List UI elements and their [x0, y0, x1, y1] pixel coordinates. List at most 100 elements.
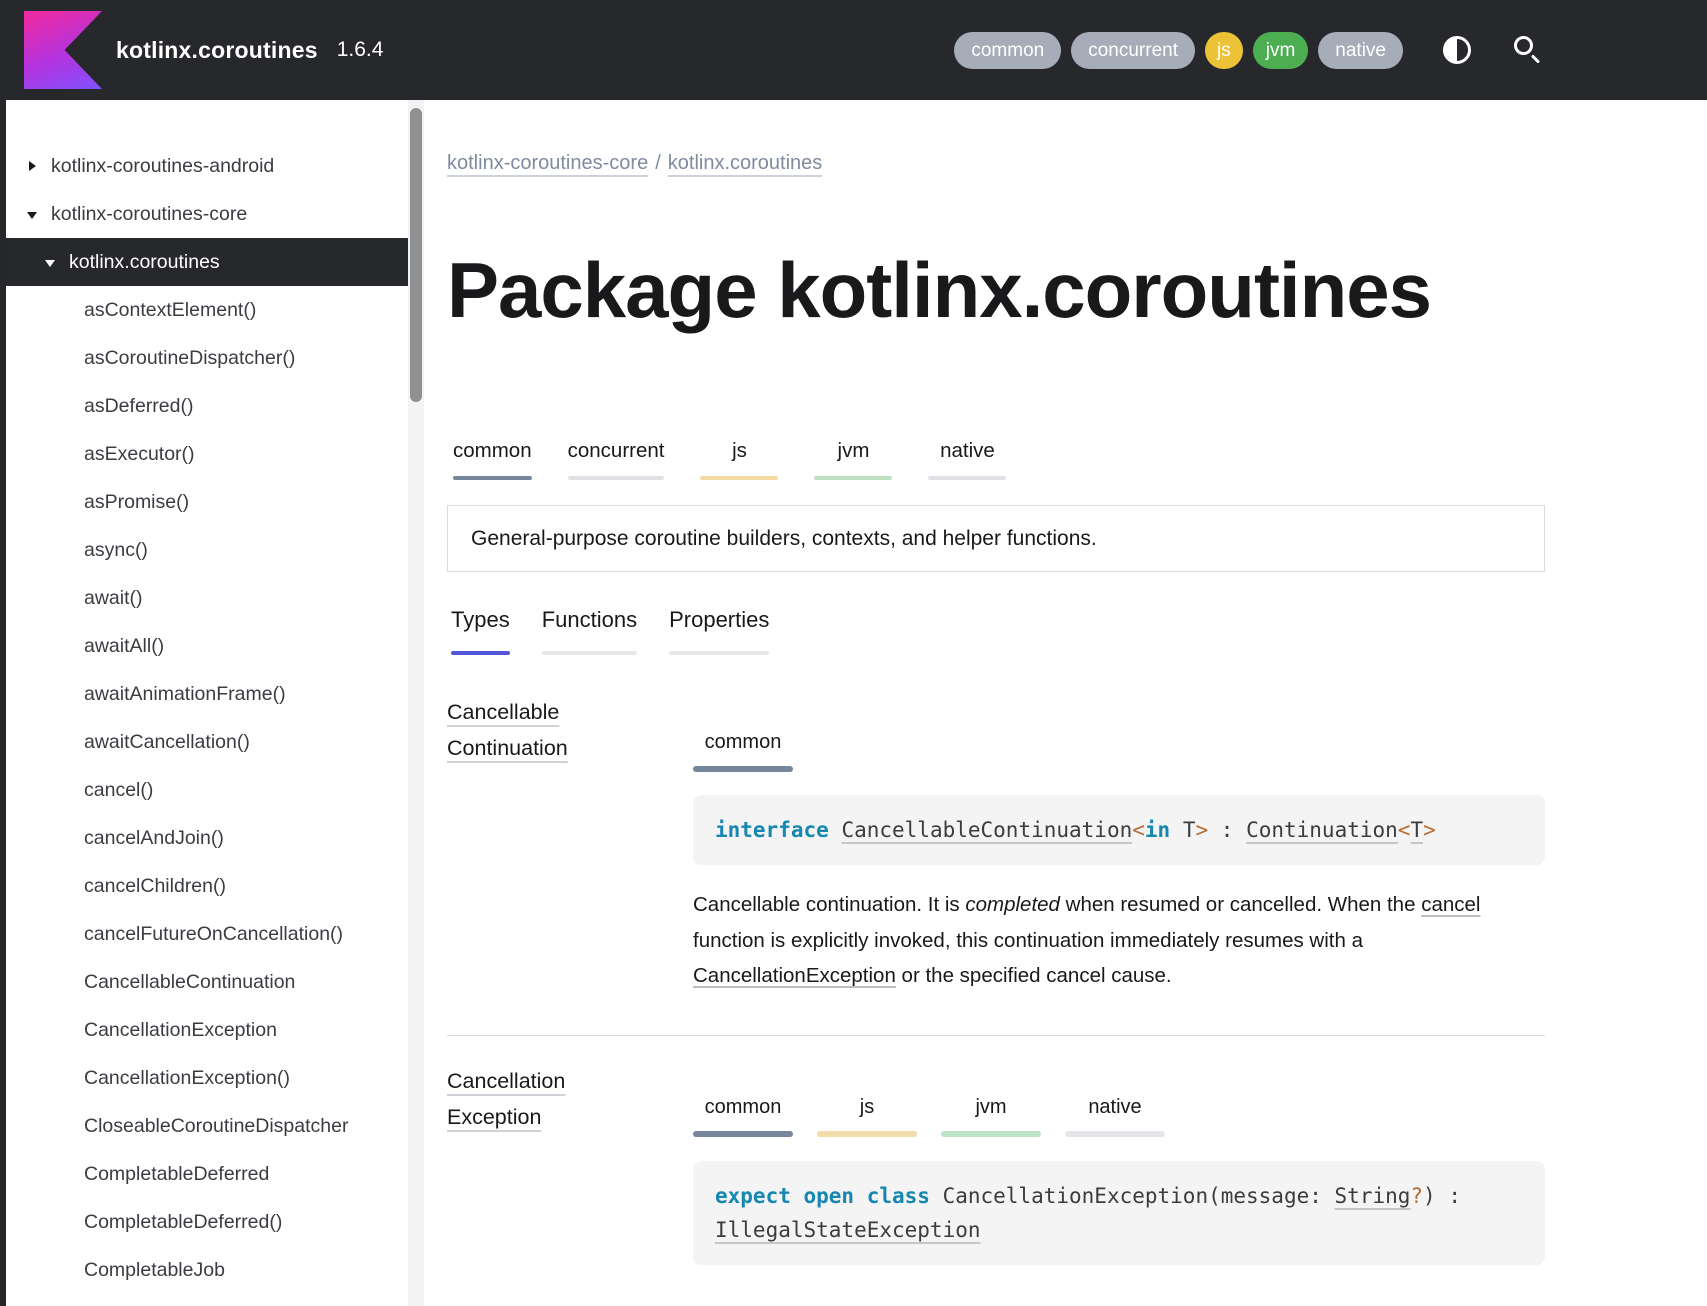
- paragraph-link[interactable]: CancellationException: [693, 964, 896, 987]
- sidebar-item-label: asExecutor(): [84, 443, 195, 466]
- platform-tab-jvm[interactable]: jvm: [808, 434, 898, 480]
- sidebar-item-completabledeferred[interactable]: CompletableDeferred: [0, 1150, 424, 1198]
- sidebar-scrollbar-thumb[interactable]: [410, 108, 422, 402]
- type-name-cell: CancellableContinuation: [447, 694, 693, 994]
- main-content: kotlinx-coroutines-core/kotlinx.coroutin…: [424, 100, 1707, 1306]
- bucket-tab-underline: [941, 1131, 1041, 1137]
- tab-functions[interactable]: Functions: [538, 604, 641, 655]
- platform-tab-common[interactable]: common: [447, 434, 538, 480]
- bucket-tabs: common: [693, 730, 1707, 772]
- code-link[interactable]: Continuation: [1246, 818, 1398, 842]
- code-token: interface: [715, 818, 841, 842]
- platform-tab-underline: [928, 476, 1006, 480]
- code-link[interactable]: CancellableContinuation: [841, 818, 1132, 842]
- sidebar-item-label: cancelFutureOnCancellation(): [84, 923, 343, 946]
- code-token: CancellationException: [943, 1184, 1209, 1208]
- section-tab-label: Functions: [542, 606, 637, 634]
- sidebar-item-kotlinx-coroutines-core[interactable]: kotlinx-coroutines-core: [0, 190, 424, 238]
- sidebar-item-awaitall-[interactable]: awaitAll(): [0, 622, 424, 670]
- code-block: expect open class CancellationException(…: [693, 1161, 1545, 1265]
- sidebar-item-cancel-[interactable]: cancel(): [0, 766, 424, 814]
- code-link[interactable]: String: [1335, 1184, 1411, 1208]
- sidebar-item-aspromise-[interactable]: asPromise(): [0, 478, 424, 526]
- sidebar-item-cancelfutureoncancellation-[interactable]: cancelFutureOnCancellation(): [0, 910, 424, 958]
- sidebar-item-cancelchildren-[interactable]: cancelChildren(): [0, 862, 424, 910]
- sidebar-item-closeablecoroutinedispatcher[interactable]: CloseableCoroutineDispatcher: [0, 1102, 424, 1150]
- search-icon[interactable]: [1513, 35, 1543, 65]
- platform-tab-underline: [814, 476, 892, 480]
- sidebar-item-label: asPromise(): [84, 491, 189, 514]
- platform-tab-label: common: [453, 438, 532, 464]
- code-token: ) :: [1423, 1184, 1474, 1208]
- platform-tab-label: js: [700, 438, 778, 464]
- filter-chip-jvm[interactable]: jvm: [1253, 32, 1309, 69]
- breadcrumb-link-1[interactable]: kotlinx.coroutines: [668, 152, 823, 174]
- sidebar-item-label: cancel(): [84, 779, 153, 802]
- sidebar-item-ascontextelement-[interactable]: asContextElement(): [0, 286, 424, 334]
- bucket-tab-common[interactable]: common: [693, 730, 793, 772]
- product-version: 1.6.4: [337, 38, 384, 62]
- platform-tab-concurrent[interactable]: concurrent: [562, 434, 671, 480]
- sidebar-item-label: asCoroutineDispatcher(): [84, 347, 295, 370]
- product-title: kotlinx.coroutines: [116, 37, 318, 64]
- platform-tab-label: jvm: [814, 438, 892, 464]
- sidebar-item-label: awaitCancellation(): [84, 731, 250, 754]
- section-tab-label: Properties: [669, 606, 769, 634]
- sidebar-item-async-[interactable]: async(): [0, 526, 424, 574]
- type-name-link-cancellationexception[interactable]: CancellationException: [447, 1063, 565, 1135]
- paragraph-text: when resumed or cancelled. When the: [1060, 893, 1421, 916]
- sidebar-item-ascoroutinedispatcher-[interactable]: asCoroutineDispatcher(): [0, 334, 424, 382]
- type-name-link-cancellablecontinuation[interactable]: CancellableContinuation: [447, 694, 568, 766]
- breadcrumb-link-0[interactable]: kotlinx-coroutines-core: [447, 152, 648, 174]
- platform-tab-native[interactable]: native: [922, 434, 1012, 480]
- code-link[interactable]: IllegalStateException: [715, 1218, 981, 1242]
- chevron-down-icon: [27, 209, 38, 220]
- sidebar-item-label: awaitAnimationFrame(): [84, 683, 286, 706]
- bucket-tab-label: js: [817, 1095, 917, 1119]
- sidebar-item-completabledeferred-[interactable]: CompletableDeferred(): [0, 1198, 424, 1246]
- section-tab-label: Types: [451, 606, 510, 634]
- code-token: :: [1208, 818, 1246, 842]
- sidebar-item-label: CompletableDeferred: [84, 1163, 269, 1186]
- sidebar-item-awaitanimationframe-[interactable]: awaitAnimationFrame(): [0, 670, 424, 718]
- paragraph-link[interactable]: cancel: [1421, 893, 1480, 916]
- code-token: expect open class: [715, 1184, 943, 1208]
- kotlin-logo: [24, 11, 102, 89]
- code-token: <: [1132, 818, 1145, 842]
- sidebar-item-cancelandjoin-[interactable]: cancelAndJoin(): [0, 814, 424, 862]
- bucket-tab-jvm[interactable]: jvm: [941, 1095, 1041, 1137]
- sidebar-item-kotlinx-coroutines-android[interactable]: kotlinx-coroutines-android: [0, 142, 424, 190]
- code-link[interactable]: T: [1410, 818, 1423, 842]
- sidebar-item-label: kotlinx-coroutines-android: [51, 155, 274, 178]
- sidebar-item-await-[interactable]: await(): [0, 574, 424, 622]
- filter-chip-js[interactable]: js: [1205, 32, 1243, 69]
- bucket-tab-js[interactable]: js: [817, 1095, 917, 1137]
- sidebar-item-label: CancellationException: [84, 1019, 277, 1042]
- sidebar-item-awaitcancellation-[interactable]: awaitCancellation(): [0, 718, 424, 766]
- bucket-tab-native[interactable]: native: [1065, 1095, 1165, 1137]
- sidebar-item-asdeferred-[interactable]: asDeferred(): [0, 382, 424, 430]
- bucket-tab-common[interactable]: common: [693, 1095, 793, 1137]
- platform-tab-js[interactable]: js: [694, 434, 784, 480]
- section-tab-underline: [451, 651, 510, 655]
- theme-toggle-icon[interactable]: [1443, 36, 1471, 64]
- filter-chip-concurrent[interactable]: concurrent: [1071, 32, 1195, 69]
- sidebar-item-cancellationexception[interactable]: CancellationException: [0, 1006, 424, 1054]
- filter-chip-common[interactable]: common: [954, 32, 1061, 69]
- bucket-tab-underline: [817, 1131, 917, 1137]
- tab-properties[interactable]: Properties: [665, 604, 773, 655]
- code-token: (message:: [1208, 1184, 1334, 1208]
- sidebar-item-cancellationexception-[interactable]: CancellationException(): [0, 1054, 424, 1102]
- code-line: expect open class CancellationException(…: [715, 1179, 1523, 1213]
- sidebar-item-label: CompletableDeferred(): [84, 1211, 282, 1234]
- filter-chip-native[interactable]: native: [1318, 32, 1403, 69]
- sidebar-item-completablejob[interactable]: CompletableJob: [0, 1246, 424, 1294]
- tab-types[interactable]: Types: [447, 604, 514, 655]
- platform-tabs: common concurrent js jvm native: [447, 434, 1707, 480]
- type-name-line: Cancellation: [447, 1063, 565, 1099]
- bucket-tab-label: common: [693, 1095, 793, 1119]
- sidebar-item-cancellablecontinuation[interactable]: CancellableContinuation: [0, 958, 424, 1006]
- sidebar-item-label: asContextElement(): [84, 299, 256, 322]
- sidebar-item-kotlinx-coroutines[interactable]: kotlinx.coroutines: [0, 238, 424, 286]
- sidebar-item-asexecutor-[interactable]: asExecutor(): [0, 430, 424, 478]
